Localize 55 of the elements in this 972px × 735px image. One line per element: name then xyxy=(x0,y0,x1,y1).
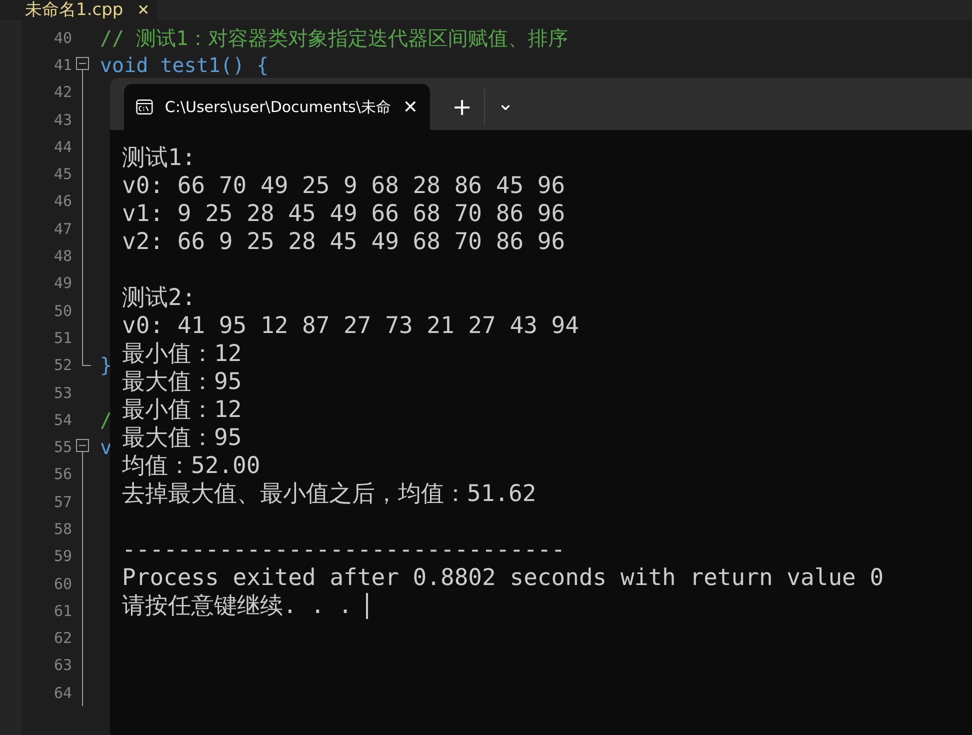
line-number: 47 xyxy=(52,220,72,238)
code-line: void test1() { xyxy=(100,54,269,76)
output-line: -------------------------------- xyxy=(122,536,566,564)
code-line: / xyxy=(100,408,112,431)
collapse-icon[interactable] xyxy=(76,57,89,70)
output-line: v1: 9 25 28 45 49 66 68 70 86 96 xyxy=(122,200,566,228)
terminal-tab[interactable]: C:\Users\user\Documents\未命 ✕ xyxy=(124,84,430,130)
output-line: 最小值：12 xyxy=(122,340,242,368)
output-line: 去掉最大值、最小值之后，均值：51.62 xyxy=(122,480,536,508)
line-number: 56 xyxy=(52,465,72,484)
output-line: 测试1: xyxy=(122,144,196,172)
output-line: 均值：52.00 xyxy=(122,452,260,480)
code-line: } xyxy=(100,354,112,376)
dropdown-button[interactable]: ⌄ xyxy=(497,93,514,113)
line-number: 63 xyxy=(52,656,72,674)
line-number: 55 xyxy=(52,438,72,456)
code-line: // 测试1：对容器类对象指定迭代器区间赋值、排序 xyxy=(100,26,568,49)
output-line: v2: 66 9 25 28 45 49 68 70 86 96 xyxy=(122,228,566,256)
close-icon[interactable]: ✕ xyxy=(402,96,418,118)
line-number: 44 xyxy=(52,138,72,156)
code-line: v xyxy=(100,436,112,458)
tab-title: C:\Users\user\Documents\未命 xyxy=(164,98,391,116)
line-number: 40 xyxy=(52,28,72,47)
line-number: 62 xyxy=(52,629,72,648)
line-number: 60 xyxy=(52,574,72,593)
close-icon[interactable]: ✕ xyxy=(137,1,150,19)
line-number: 59 xyxy=(52,547,72,566)
output-line: 最小值：12 xyxy=(122,396,242,424)
line-number: 64 xyxy=(52,684,72,702)
line-number: 61 xyxy=(52,602,72,620)
line-number: 58 xyxy=(52,520,72,538)
line-number: 48 xyxy=(52,247,72,266)
output-line: 最大值：95 xyxy=(122,368,242,396)
line-number: 57 xyxy=(52,492,72,511)
output-line: v0: 66 70 49 25 9 68 28 86 45 96 xyxy=(122,172,566,200)
line-number: 49 xyxy=(52,274,72,292)
output-line: Process exited after 0.8802 seconds with return value 0 xyxy=(122,564,884,592)
output-line: 测试2: xyxy=(122,284,196,312)
line-number: 41 xyxy=(52,56,72,74)
new-tab-button[interactable]: + xyxy=(452,95,472,119)
line-number: 42 xyxy=(52,83,72,102)
line-number: 52 xyxy=(52,356,72,374)
output-line: v0: 41 95 12 87 27 73 21 27 43 94 xyxy=(122,312,579,340)
line-number: 51 xyxy=(52,328,72,347)
console-icon xyxy=(136,97,153,117)
line-number: 50 xyxy=(52,302,72,320)
line-number: 53 xyxy=(52,384,72,402)
line-number: 54 xyxy=(52,410,72,429)
line-number: 45 xyxy=(52,165,72,184)
file-tab[interactable]: 未命名1.cpp xyxy=(25,0,124,20)
line-number: 43 xyxy=(52,110,72,129)
output-line: 最大值：95 xyxy=(122,424,242,452)
line-number: 46 xyxy=(52,192,72,210)
collapse-icon[interactable] xyxy=(76,439,89,452)
output-line: 请按任意键继续. . . xyxy=(122,592,352,620)
